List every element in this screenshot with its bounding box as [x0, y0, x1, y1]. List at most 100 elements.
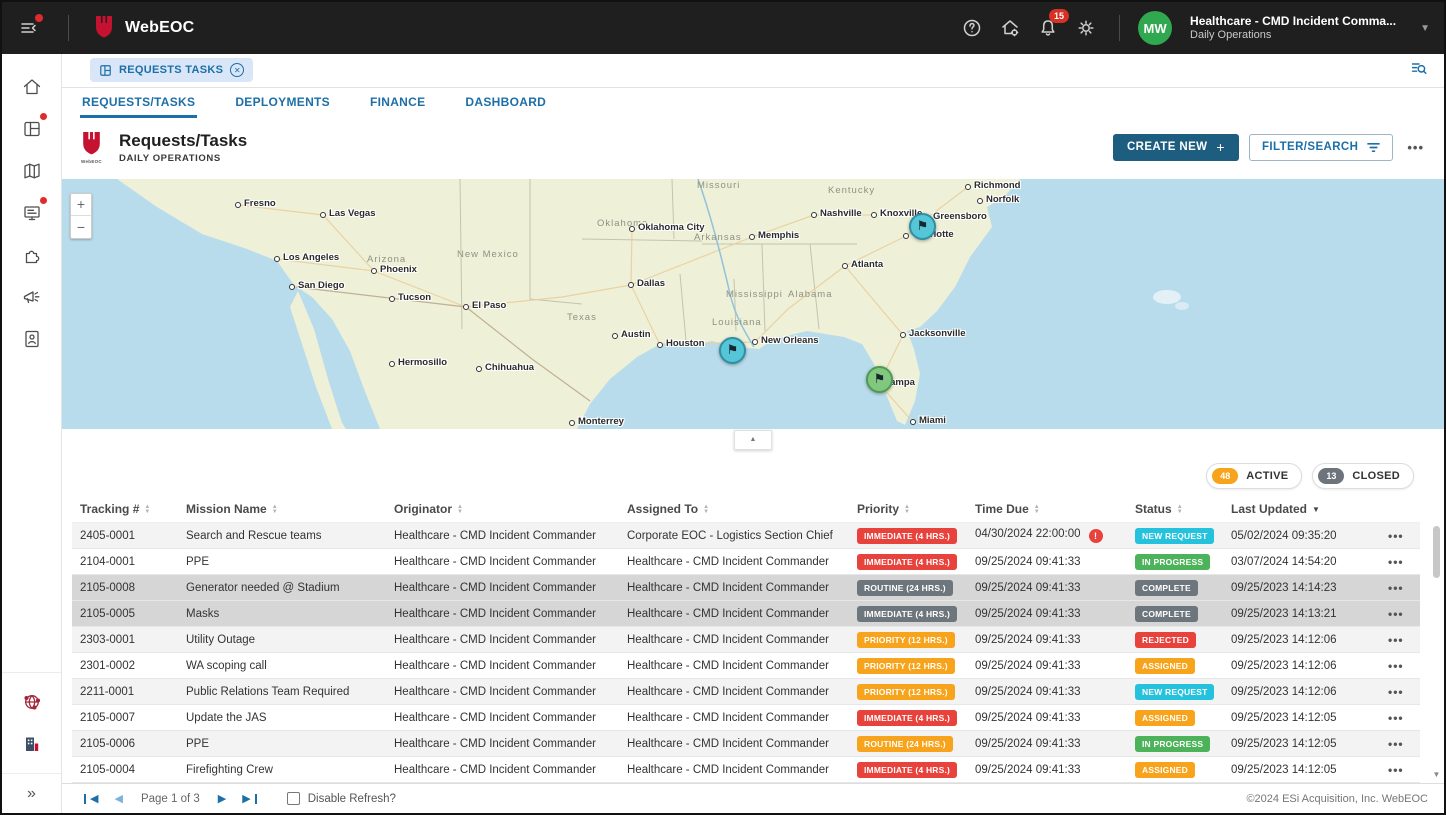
map-city-dot — [274, 256, 280, 262]
last-page-button[interactable]: ▶ — [234, 792, 264, 805]
table-row[interactable]: 2105-0007Update the JASHealthcare - CMD … — [72, 705, 1420, 731]
cell-mission-name: Update the JAS — [178, 705, 386, 731]
map-marker-charlotte-incident[interactable]: ⚑ — [909, 213, 936, 240]
account-chevron-down-icon[interactable]: ▼ — [1420, 23, 1430, 34]
cell-time-due: 09/25/2024 09:41:33 — [967, 731, 1127, 757]
row-options-icon[interactable]: ••• — [1388, 659, 1404, 673]
sidebar-item-organization[interactable] — [14, 723, 50, 765]
tab-dashboard[interactable]: DASHBOARD — [463, 88, 548, 118]
incident-map[interactable]: + − MissouriKentuckyOklahomaArkansasNew … — [62, 179, 1444, 429]
cell-priority: ROUTINE (24 HRS.) — [849, 575, 967, 601]
column-header[interactable]: Mission Name▲▼ — [178, 496, 386, 523]
filter-search-button[interactable]: FILTER/SEARCH — [1249, 134, 1393, 161]
account-switcher[interactable]: Healthcare - CMD Incident Comma... Daily… — [1190, 14, 1396, 43]
cell-last-updated: 09/25/2023 14:12:06 — [1223, 679, 1380, 705]
column-header[interactable]: Tracking #▲▼ — [72, 496, 178, 523]
map-city-label: Tucson — [398, 292, 431, 303]
map-city-dot — [910, 419, 916, 425]
status-badge: NEW REQUEST — [1135, 528, 1214, 544]
notifications-bell-icon[interactable]: 15 — [1033, 13, 1063, 43]
map-zoom-in-button[interactable]: + — [71, 194, 91, 216]
cell-assigned-to: Healthcare - CMD Incident Commander — [619, 601, 849, 627]
notification-count-badge: 15 — [1049, 9, 1069, 23]
board-chip-close-icon[interactable]: ✕ — [230, 63, 244, 77]
disable-refresh-checkbox[interactable] — [287, 792, 300, 805]
scrollbar-down-arrow[interactable]: ▼ — [1432, 770, 1441, 779]
sidebar-item-geo-network[interactable] — [14, 681, 50, 723]
closed-filter-button[interactable]: 13 CLOSED — [1312, 463, 1414, 489]
tab-finance[interactable]: FINANCE — [368, 88, 427, 118]
cell-last-updated: 09/25/2023 14:12:05 — [1223, 757, 1380, 783]
prev-page-button[interactable]: ◀ — [106, 792, 130, 805]
first-page-button[interactable]: ◀ — [76, 792, 106, 805]
sidebar-item-home[interactable] — [14, 66, 50, 108]
column-header[interactable]: Priority▲▼ — [849, 496, 967, 523]
row-options-icon[interactable]: ••• — [1388, 763, 1404, 777]
table-row[interactable]: 2405-0001Search and Rescue teamsHealthca… — [72, 523, 1420, 549]
row-options-icon[interactable]: ••• — [1388, 529, 1404, 543]
settings-gear-icon[interactable] — [1071, 13, 1101, 43]
sidebar-expand-button[interactable]: » — [2, 773, 61, 813]
map-city-dot — [965, 184, 971, 190]
table-row[interactable]: 2105-0005MasksHealthcare - CMD Incident … — [72, 601, 1420, 627]
cell-priority: IMMEDIATE (4 HRS.) — [849, 549, 967, 575]
status-badge: COMPLETE — [1135, 580, 1198, 596]
column-header[interactable]: Last Updated▼ — [1223, 496, 1380, 523]
home-settings-icon[interactable] — [995, 13, 1025, 43]
table-row[interactable]: 2301-0002WA scoping callHealthcare - CMD… — [72, 653, 1420, 679]
row-options-icon[interactable]: ••• — [1388, 555, 1404, 569]
sidebar-item-maps[interactable] — [14, 150, 50, 192]
tab-requests-tasks[interactable]: REQUESTS/TASKS — [80, 88, 197, 118]
board-chip-requests-tasks[interactable]: REQUESTS TASKS ✕ — [90, 58, 253, 82]
cell-last-updated: 09/25/2023 14:12:06 — [1223, 653, 1380, 679]
sidebar-item-announcements[interactable] — [14, 276, 50, 318]
cell-actions: ••• — [1380, 575, 1420, 601]
overdue-warning-icon: ! — [1089, 529, 1103, 543]
table-scrollbar[interactable]: ▼ — [1432, 526, 1441, 779]
table-row[interactable]: 2105-0006PPEHealthcare - CMD Incident Co… — [72, 731, 1420, 757]
row-options-icon[interactable]: ••• — [1388, 711, 1404, 725]
scrollbar-thumb[interactable] — [1433, 526, 1440, 578]
board-search-icon[interactable] — [1410, 60, 1428, 81]
map-city-label: El Paso — [472, 300, 506, 311]
menu-collapse-icon[interactable] — [14, 13, 44, 43]
map-marker-new-orleans-incident[interactable]: ⚑ — [719, 337, 746, 364]
cell-originator: Healthcare - CMD Incident Commander — [386, 549, 619, 575]
more-options-icon[interactable]: ••• — [1403, 140, 1428, 155]
row-options-icon[interactable]: ••• — [1388, 685, 1404, 699]
column-header[interactable]: Time Due▲▼ — [967, 496, 1127, 523]
column-header[interactable]: Status▲▼ — [1127, 496, 1223, 523]
sort-icon: ▲▼ — [703, 505, 709, 514]
map-marker-tampa-incident[interactable]: ⚑ — [866, 366, 893, 393]
disable-refresh-control[interactable]: Disable Refresh? — [287, 792, 396, 805]
closed-count-badge: 13 — [1318, 468, 1344, 484]
boards-notification-dot — [40, 113, 47, 120]
sidebar-item-plugins[interactable] — [14, 234, 50, 276]
row-options-icon[interactable]: ••• — [1388, 737, 1404, 751]
sidebar-item-contacts[interactable] — [14, 318, 50, 360]
cell-mission-name: WA scoping call — [178, 653, 386, 679]
active-filter-button[interactable]: 48 ACTIVE — [1206, 463, 1302, 489]
row-options-icon[interactable]: ••• — [1388, 633, 1404, 647]
table-row[interactable]: 2105-0004Firefighting CrewHealthcare - C… — [72, 757, 1420, 783]
column-header[interactable]: Originator▲▼ — [386, 496, 619, 523]
map-zoom-out-button[interactable]: − — [71, 216, 91, 238]
map-collapse-button[interactable]: ▲ — [734, 430, 772, 450]
create-new-button[interactable]: CREATE NEW+ — [1113, 134, 1239, 161]
next-page-button[interactable]: ▶ — [210, 792, 234, 805]
row-options-icon[interactable]: ••• — [1388, 607, 1404, 621]
user-avatar[interactable]: MW — [1138, 11, 1172, 45]
sidebar-item-boards[interactable] — [14, 108, 50, 150]
contact-card-icon — [21, 328, 43, 350]
table-row[interactable]: 2211-0001Public Relations Team RequiredH… — [72, 679, 1420, 705]
table-row[interactable]: 2105-0008Generator needed @ StadiumHealt… — [72, 575, 1420, 601]
cell-assigned-to: Healthcare - CMD Incident Commander — [619, 653, 849, 679]
column-header[interactable]: Assigned To▲▼ — [619, 496, 849, 523]
help-icon[interactable] — [957, 13, 987, 43]
table-row[interactable]: 2104-0001PPEHealthcare - CMD Incident Co… — [72, 549, 1420, 575]
row-options-icon[interactable]: ••• — [1388, 581, 1404, 595]
tab-deployments[interactable]: DEPLOYMENTS — [233, 88, 332, 118]
table-row[interactable]: 2303-0001Utility OutageHealthcare - CMD … — [72, 627, 1420, 653]
sidebar-item-message-boards[interactable] — [14, 192, 50, 234]
cell-tracking: 2405-0001 — [72, 523, 178, 549]
